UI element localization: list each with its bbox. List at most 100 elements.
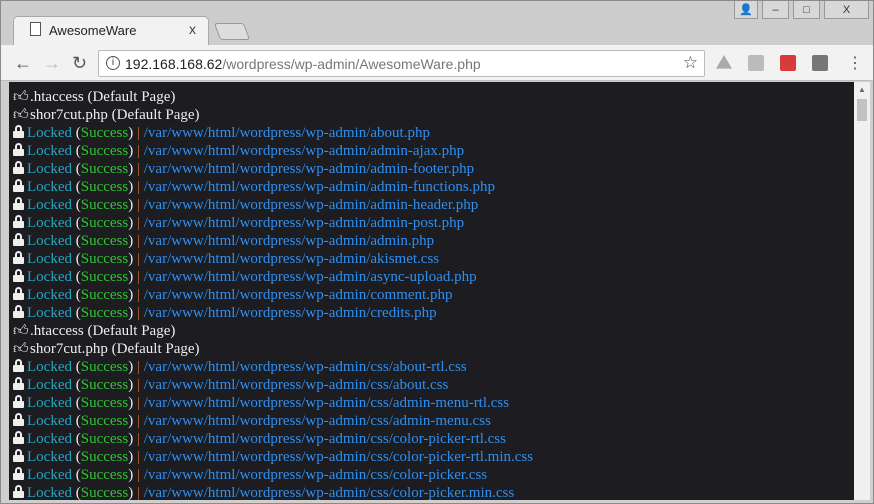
log-row: Locked (Success) | /var/www/html/wordpre…: [13, 286, 870, 304]
lock-icon: [13, 215, 24, 228]
separator: |: [136, 395, 140, 411]
log-row: Locked (Success) | /var/www/html/wordpre…: [13, 214, 870, 232]
file-path: /var/www/html/wordpress/wp-admin/admin-f…: [143, 161, 475, 177]
file-path: /var/www/html/wordpress/wp-admin/credits…: [143, 305, 437, 321]
info-icon[interactable]: i: [106, 56, 120, 70]
locked-label: Locked: [27, 197, 72, 213]
tab-close-icon[interactable]: x: [189, 21, 196, 37]
thumbs-up-icon: 👍︎: [13, 89, 29, 105]
lock-icon: [13, 359, 24, 372]
separator: |: [136, 179, 140, 195]
file-path: /var/www/html/wordpress/wp-admin/admin-a…: [143, 143, 465, 159]
lock-icon: [13, 125, 24, 138]
separator: |: [136, 143, 140, 159]
locked-label: Locked: [27, 467, 72, 483]
forward-icon[interactable]: →: [43, 53, 61, 74]
page-content: 👍︎.htaccess (Default Page) 👍︎shor7cut.php…: [9, 82, 870, 500]
google-drive-extension-icon[interactable]: [716, 55, 732, 69]
file-path: /var/www/html/wordpress/wp-admin/css/col…: [143, 449, 534, 465]
separator: |: [136, 233, 140, 249]
success-label: Success: [80, 467, 129, 483]
tab-title: AwesomeWare: [49, 23, 137, 38]
separator: |: [136, 485, 140, 500]
thumbs-up-icon: 👍︎: [13, 323, 29, 339]
new-tab-button[interactable]: [213, 23, 251, 40]
lock-icon: [13, 305, 24, 318]
locked-label: Locked: [27, 179, 72, 195]
lock-icon: [13, 143, 24, 156]
maximize-button[interactable]: □: [793, 1, 820, 19]
lock-icon: [13, 287, 24, 300]
log-row: Locked (Success) | /var/www/html/wordpre…: [13, 268, 870, 286]
red-extension-icon[interactable]: [780, 55, 796, 71]
lock-icon: [13, 377, 24, 390]
file-path: /var/www/html/wordpress/wp-admin/admin-h…: [143, 197, 479, 213]
success-label: Success: [80, 377, 129, 393]
url-path: /wordpress/wp-admin/AwesomeWare.php: [222, 56, 481, 72]
user-profile-button[interactable]: 👤: [734, 1, 758, 19]
separator: |: [136, 431, 140, 447]
lock-icon: [13, 179, 24, 192]
menu-icon[interactable]: ⋮: [847, 53, 863, 73]
success-label: Success: [80, 305, 129, 321]
lock-icon: [13, 467, 24, 480]
success-label: Success: [80, 215, 129, 231]
log-row: Locked (Success) | /var/www/html/wordpre…: [13, 196, 870, 214]
file-path: /var/www/html/wordpress/wp-admin/admin.p…: [143, 233, 435, 249]
locked-label: Locked: [27, 413, 72, 429]
separator: |: [136, 359, 140, 375]
success-label: Success: [80, 413, 129, 429]
bookmark-star-icon[interactable]: ☆: [683, 53, 698, 73]
success-label: Success: [80, 485, 129, 500]
pdf-extension-icon[interactable]: [748, 55, 764, 71]
log-row: Locked (Success) | /var/www/html/wordpre…: [13, 232, 870, 250]
log-row: 👍︎.htaccess (Default Page): [13, 88, 870, 106]
locked-label: Locked: [27, 287, 72, 303]
minimize-button[interactable]: –: [762, 1, 789, 19]
log-row: Locked (Success) | /var/www/html/wordpre…: [13, 448, 870, 466]
separator: |: [136, 197, 140, 213]
lock-icon: [13, 395, 24, 408]
address-bar[interactable]: i 192.168.168.62/wordpress/wp-admin/Awes…: [98, 50, 705, 77]
close-window-button[interactable]: X: [824, 1, 869, 19]
reload-icon[interactable]: ↻: [72, 53, 87, 74]
log-row: 👍︎.htaccess (Default Page): [13, 322, 870, 340]
locked-label: Locked: [27, 125, 72, 141]
locked-label: Locked: [27, 377, 72, 393]
file-path: /var/www/html/wordpress/wp-admin/css/abo…: [143, 359, 467, 375]
success-label: Success: [80, 197, 129, 213]
separator: |: [136, 287, 140, 303]
scroll-up-icon[interactable]: ▲: [858, 85, 866, 94]
lock-icon: [13, 251, 24, 264]
scrollbar-thumb[interactable]: [857, 99, 867, 121]
separator: |: [136, 215, 140, 231]
tab-strip: AwesomeWare x 👤 – □ X: [1, 1, 873, 46]
scrollbar[interactable]: ▲: [854, 82, 870, 500]
separator: |: [136, 305, 140, 321]
locked-label: Locked: [27, 251, 72, 267]
separator: |: [136, 269, 140, 285]
file-path: /var/www/html/wordpress/wp-admin/css/abo…: [143, 377, 449, 393]
locked-label: Locked: [27, 233, 72, 249]
file-path: /var/www/html/wordpress/wp-admin/admin-p…: [143, 215, 465, 231]
locked-label: Locked: [27, 431, 72, 447]
success-label: Success: [80, 233, 129, 249]
locked-label: Locked: [27, 449, 72, 465]
file-path: /var/www/html/wordpress/wp-admin/admin-f…: [143, 179, 495, 195]
success-label: Success: [80, 431, 129, 447]
locked-label: Locked: [27, 215, 72, 231]
log-row: Locked (Success) | /var/www/html/wordpre…: [13, 304, 870, 322]
lock-icon: [13, 269, 24, 282]
file-path: /var/www/html/wordpress/wp-admin/comment…: [143, 287, 453, 303]
separator: |: [136, 413, 140, 429]
lock-icon: [13, 449, 24, 462]
locked-label: Locked: [27, 161, 72, 177]
thumbs-up-icon: 👍︎: [13, 107, 29, 123]
gray-extension-icon[interactable]: [812, 55, 828, 71]
log-row: Locked (Success) | /var/www/html/wordpre…: [13, 430, 870, 448]
success-label: Success: [80, 359, 129, 375]
success-label: Success: [80, 179, 129, 195]
file-path: /var/www/html/wordpress/wp-admin/css/col…: [143, 431, 506, 447]
back-icon[interactable]: ←: [14, 53, 32, 74]
lock-icon: [13, 197, 24, 210]
